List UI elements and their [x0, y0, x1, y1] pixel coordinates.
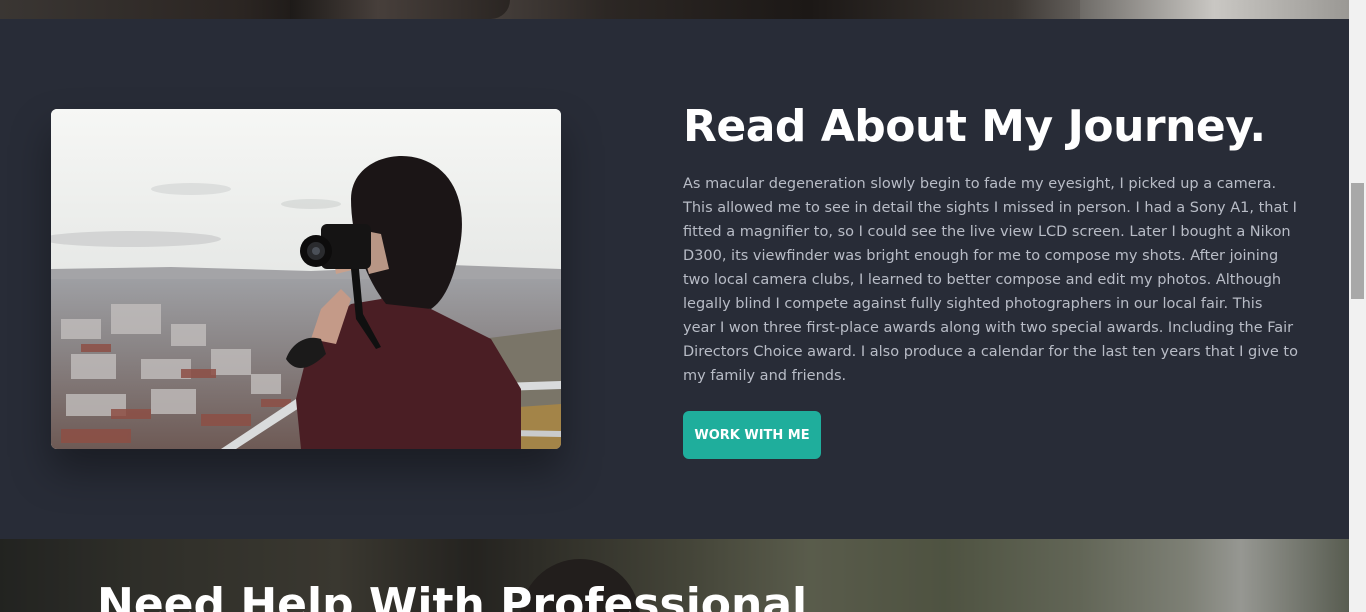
previous-section-image-shape — [290, 0, 510, 19]
about-section: Read About My Journey. As macular degene… — [0, 19, 1349, 539]
previous-section-image — [0, 0, 1349, 19]
about-title: Read About My Journey. — [683, 101, 1266, 152]
work-with-me-button[interactable]: WORK WITH ME — [683, 411, 821, 459]
next-section-title: Need Help With Professional — [97, 579, 808, 612]
next-section-hero: Need Help With Professional — [0, 539, 1349, 612]
photographer-photo — [51, 109, 561, 449]
page: Read About My Journey. As macular degene… — [0, 0, 1366, 612]
about-body-text: As macular degeneration slowly begin to … — [683, 176, 1298, 384]
photographer-photo-illustration — [51, 109, 561, 449]
page-scrollbar[interactable] — [1349, 0, 1366, 612]
previous-section-image-highlight — [1080, 0, 1349, 19]
scrollbar-thumb[interactable] — [1351, 183, 1364, 299]
